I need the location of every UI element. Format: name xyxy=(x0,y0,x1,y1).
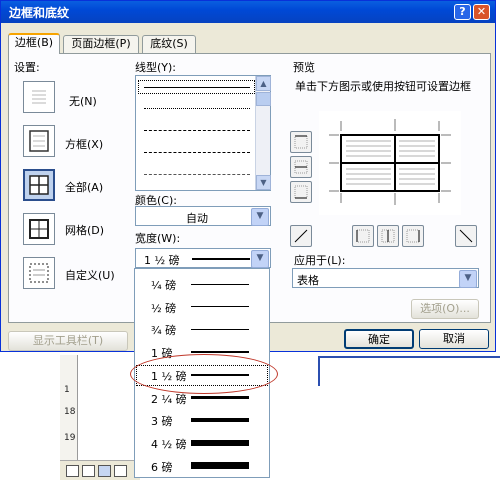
line-style-dotted[interactable] xyxy=(144,108,250,109)
tab-borders[interactable]: 边框(B) xyxy=(8,33,60,54)
left-border-button[interactable] xyxy=(352,225,374,247)
close-button[interactable]: ✕ xyxy=(473,4,490,20)
chevron-down-icon[interactable]: ▼ xyxy=(251,208,269,226)
setting-custom-icon[interactable] xyxy=(23,257,55,289)
view-buttons-bar xyxy=(60,460,140,480)
cancel-button[interactable]: 取消 xyxy=(419,329,489,349)
inside-vertical-border-button[interactable] xyxy=(377,225,399,247)
show-toolbar-button[interactable]: 显示工具栏(T) xyxy=(8,331,128,351)
scroll-down-icon[interactable]: ▼ xyxy=(256,175,271,190)
annotation-circle xyxy=(130,354,278,394)
width-option-line xyxy=(191,306,249,308)
width-option-label: ¼ 磅 xyxy=(151,279,177,292)
width-select[interactable]: 1 ½ 磅 ▼ xyxy=(135,248,271,268)
dialog-title: 边框和底纹 xyxy=(9,6,70,20)
ruler-number: 19 xyxy=(64,433,76,443)
right-border-button[interactable] xyxy=(402,225,424,247)
bottom-border-button[interactable] xyxy=(290,181,312,203)
scroll-thumb[interactable] xyxy=(256,92,271,106)
width-option-line xyxy=(191,439,249,446)
preview-label: 预览 xyxy=(293,61,315,74)
setting-box-label[interactable]: 方框(X) xyxy=(65,136,103,152)
width-option-line xyxy=(191,328,249,330)
top-border-button[interactable] xyxy=(290,131,312,153)
diagonal-down-border-button[interactable] xyxy=(290,225,312,247)
width-option[interactable]: ½ 磅 xyxy=(135,296,269,319)
width-option-label: 4 ½ 磅 xyxy=(151,437,187,451)
diagonal-up-border-button[interactable] xyxy=(455,225,477,247)
ok-button[interactable]: 确定 xyxy=(344,329,414,349)
print-view-icon[interactable] xyxy=(98,465,111,477)
width-option[interactable]: 3 磅 xyxy=(135,409,269,432)
apply-to-value: 表格 xyxy=(297,274,319,287)
width-option-line xyxy=(191,462,249,470)
line-style-list[interactable] xyxy=(135,75,271,191)
preview-box[interactable] xyxy=(319,111,461,215)
chevron-down-icon[interactable]: ▼ xyxy=(251,250,269,268)
ruler-number: 1 xyxy=(64,385,70,395)
width-option-line xyxy=(191,283,249,285)
width-option-line xyxy=(191,351,249,353)
setting-all-label[interactable]: 全部(A) xyxy=(65,179,103,195)
color-select[interactable]: 自动 ▼ xyxy=(135,206,271,226)
apply-to-select[interactable]: 表格 ▼ xyxy=(292,268,479,288)
width-option-label: 6 磅 xyxy=(151,460,173,474)
style-label: 线型(Y): xyxy=(135,61,177,74)
help-button[interactable]: ? xyxy=(454,4,471,20)
vertical-ruler: 1 18 19 xyxy=(60,355,78,475)
width-option[interactable]: ¼ 磅 xyxy=(135,273,269,296)
setting-grid-icon[interactable] xyxy=(23,213,55,245)
width-option-label: ½ 磅 xyxy=(151,301,177,315)
width-option-label: ¾ 磅 xyxy=(151,324,177,338)
ruler-number: 18 xyxy=(64,407,76,417)
scroll-up-icon[interactable]: ▲ xyxy=(256,76,271,91)
document-table-border xyxy=(318,356,500,386)
setting-custom-label[interactable]: 自定义(U) xyxy=(65,267,115,283)
setting-none-icon[interactable] xyxy=(23,81,55,113)
normal-view-icon[interactable] xyxy=(66,465,79,477)
chevron-down-icon[interactable]: ▼ xyxy=(459,270,477,288)
inside-horizontal-border-button[interactable] xyxy=(290,156,312,178)
setting-box-icon[interactable] xyxy=(23,125,55,157)
setting-none-label[interactable]: 无(N) xyxy=(69,93,97,109)
color-value: 自动 xyxy=(186,212,208,225)
preview-hint: 单击下方图示或使用按钮可设置边框 xyxy=(295,80,471,93)
setting-all-icon[interactable] xyxy=(23,169,55,201)
width-label: 宽度(W): xyxy=(135,232,181,245)
width-option-label: 3 磅 xyxy=(151,415,173,429)
width-option-line xyxy=(191,418,249,423)
width-option[interactable]: 6 磅 xyxy=(135,455,269,478)
web-view-icon[interactable] xyxy=(82,465,95,477)
width-value-sample xyxy=(192,258,250,260)
line-style-solid[interactable] xyxy=(144,87,250,88)
setting-grid-label[interactable]: 网格(D) xyxy=(65,222,104,238)
apply-to-label: 应用于(L): xyxy=(294,254,346,267)
outline-view-icon[interactable] xyxy=(114,465,127,477)
width-value: 1 ½ 磅 xyxy=(144,254,180,267)
width-option-line xyxy=(191,396,249,399)
width-option[interactable]: 4 ½ 磅 xyxy=(135,432,269,455)
width-option[interactable]: ¾ 磅 xyxy=(135,318,269,341)
title-bar: 边框和底纹 ? ✕ xyxy=(1,1,495,23)
options-button[interactable]: 选项(O)... xyxy=(411,299,479,319)
settings-label: 设置: xyxy=(14,61,40,74)
line-style-dash-dot[interactable] xyxy=(144,174,250,175)
tab-page-border[interactable]: 页面边框(P) xyxy=(63,35,139,53)
style-list-scrollbar[interactable]: ▲ ▼ xyxy=(255,76,271,190)
line-style-long-dash[interactable] xyxy=(144,152,250,153)
tab-shading[interactable]: 底纹(S) xyxy=(142,35,196,53)
line-style-dashed[interactable] xyxy=(144,130,250,131)
